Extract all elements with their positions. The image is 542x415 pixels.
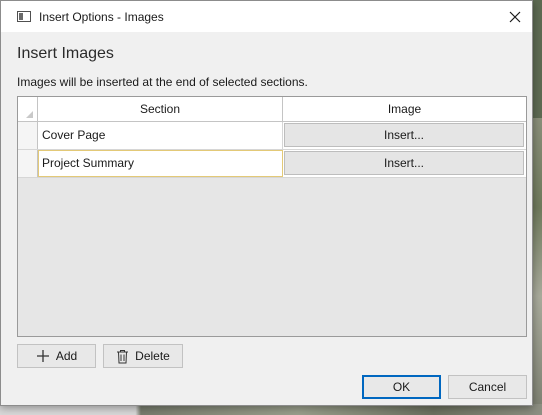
insert-options-dialog: Insert Options - Images Insert Images Im… — [0, 0, 533, 406]
corner-triangle-icon — [26, 111, 33, 118]
column-header-image[interactable]: Image — [283, 97, 526, 121]
insert-image-button[interactable]: Insert... — [284, 151, 524, 175]
row-header[interactable] — [18, 122, 38, 149]
close-button[interactable] — [498, 1, 532, 32]
section-cell[interactable]: Cover Page — [38, 122, 283, 149]
select-all-corner[interactable] — [18, 97, 38, 121]
app-window-icon — [17, 11, 31, 22]
window-title: Insert Options - Images — [39, 9, 164, 24]
add-button-label: Add — [55, 349, 78, 363]
column-header-section[interactable]: Section — [38, 97, 283, 121]
title-bar[interactable]: Insert Options - Images — [1, 1, 532, 32]
row-header[interactable] — [18, 150, 38, 177]
add-button[interactable]: Add — [17, 344, 96, 368]
insert-image-button[interactable]: Insert... — [284, 123, 524, 147]
dialog-heading: Insert Images — [17, 45, 114, 62]
close-icon — [509, 11, 521, 22]
dialog-description: Images will be inserted at the end of se… — [17, 75, 308, 89]
sections-grid[interactable]: Section Image Cover Page Insert... Proje… — [17, 96, 527, 337]
ok-button[interactable]: OK — [362, 375, 441, 399]
grid-header: Section Image — [18, 97, 526, 122]
table-row[interactable]: Project Summary Insert... — [18, 150, 526, 178]
background-desktop — [533, 118, 542, 415]
cancel-button[interactable]: Cancel — [448, 375, 527, 399]
section-cell-selected[interactable]: Project Summary — [38, 150, 283, 177]
plus-icon — [36, 349, 50, 363]
delete-button-label: Delete — [135, 349, 170, 363]
table-row[interactable]: Cover Page Insert... — [18, 122, 526, 150]
trash-icon — [116, 349, 129, 364]
delete-button[interactable]: Delete — [103, 344, 183, 368]
